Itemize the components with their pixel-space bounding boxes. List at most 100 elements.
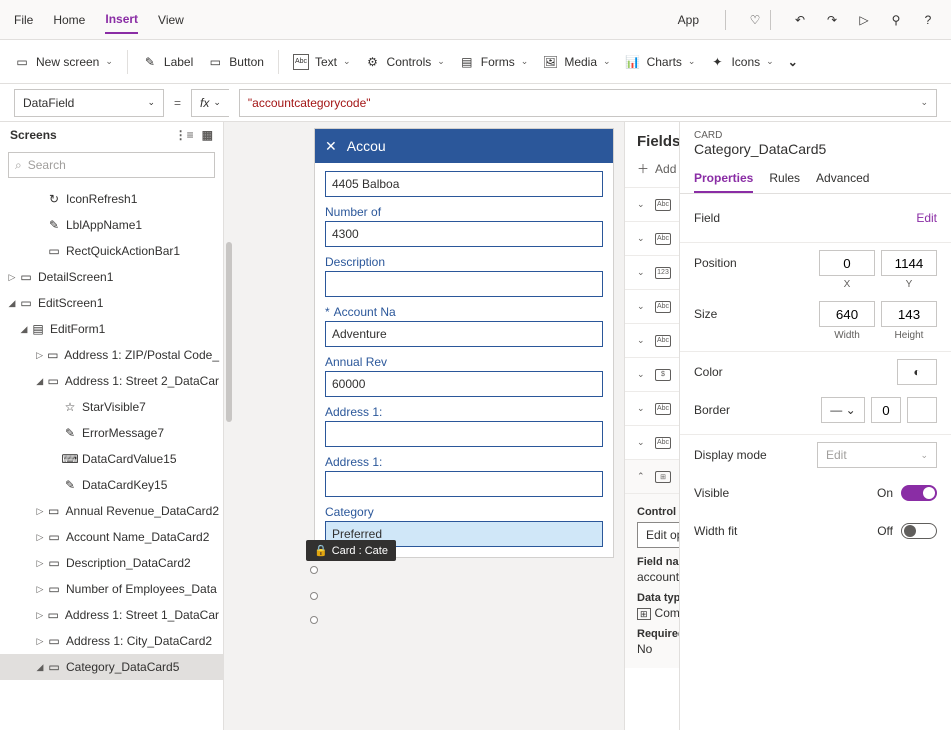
tab-advanced[interactable]: Advanced: [816, 165, 869, 193]
charts-button[interactable]: 📊Charts⌄: [625, 54, 696, 70]
tab-properties[interactable]: Properties: [694, 165, 753, 193]
height-input[interactable]: [881, 301, 937, 327]
visible-toggle[interactable]: [901, 485, 937, 501]
tree-node[interactable]: ▷▭DetailScreen1: [0, 264, 223, 290]
field-item[interactable]: ⌄$Annual Revenue: [625, 357, 679, 391]
tree-node[interactable]: ▷▭Annual Revenue_DataCard2: [0, 498, 223, 524]
share-icon[interactable]: ⚲: [887, 13, 905, 27]
tree-node[interactable]: ▷▭Account Name_DataCard2: [0, 524, 223, 550]
tree-node[interactable]: ✎ErrorMessage7: [0, 420, 223, 446]
tree-node[interactable]: ✎DataCardKey15: [0, 472, 223, 498]
forms-button[interactable]: ▤Forms⌄: [459, 54, 529, 70]
field-item[interactable]: ⌄AbcAddress 1: City: [625, 187, 679, 221]
tree-node[interactable]: ◢▭Address 1: Street 2_DataCar: [0, 368, 223, 394]
screens-pane: Screens ⋮≡ ▦ ⌕Search ↻IconRefresh1✎LblAppN…: [0, 122, 224, 730]
close-icon[interactable]: ✕: [325, 138, 337, 155]
menu-insert[interactable]: Insert: [105, 6, 138, 34]
tree-node[interactable]: ▷▭Address 1: ZIP/Postal Code_: [0, 342, 223, 368]
field-item[interactable]: ⌄AbcAddress 1: Street 2: [625, 391, 679, 425]
menu-home[interactable]: Home: [53, 7, 85, 33]
menu-view[interactable]: View: [158, 7, 184, 33]
icons-icon: ✦: [709, 54, 725, 70]
tree-node[interactable]: ☆StarVisible7: [0, 394, 223, 420]
border-width-input[interactable]: [871, 397, 901, 423]
screens-title: Screens: [10, 128, 57, 142]
tab-rules[interactable]: Rules: [769, 165, 800, 193]
tree-node[interactable]: ⌨DataCardValue15: [0, 446, 223, 472]
formula-input[interactable]: "accountcategorycode"⌄: [239, 89, 937, 117]
card-tooltip: 🔒Card : Cate: [306, 540, 396, 561]
chevron-down-icon: ⌄: [920, 97, 928, 108]
edit-field-link[interactable]: Edit: [916, 211, 937, 225]
add-field-button[interactable]: ＋Add field: [637, 160, 679, 177]
health-icon[interactable]: ♡: [746, 13, 764, 27]
tree-node[interactable]: ◢▭EditScreen1: [0, 290, 223, 316]
field-label: Description: [325, 255, 603, 269]
tree-node[interactable]: ↻IconRefresh1: [0, 186, 223, 212]
width-fit-toggle[interactable]: [901, 523, 937, 539]
icons-button[interactable]: ✦Icons⌄: [709, 54, 773, 70]
undo-icon[interactable]: ↶: [791, 13, 809, 27]
form-preview: ✕Accou 4405 Balboa Number of4300Descript…: [314, 128, 614, 558]
field-label: Address 1:: [325, 455, 603, 469]
text-button[interactable]: AbcText⌄: [293, 54, 351, 70]
help-icon[interactable]: ?: [919, 13, 937, 27]
field-item[interactable]: ⌄123Number of Employees: [625, 255, 679, 289]
form-input[interactable]: [325, 471, 603, 497]
color-picker[interactable]: ◐: [897, 359, 937, 385]
field-item[interactable]: ⌄AbcAddress 1: ZIP/Postal Code: [625, 425, 679, 459]
redo-icon[interactable]: ↷: [823, 13, 841, 27]
thumbnail-view-icon[interactable]: ▦: [202, 128, 213, 142]
tree-node[interactable]: ▷▭Address 1: City_DataCard2: [0, 628, 223, 654]
tree-node[interactable]: ▷▭Number of Employees_Data: [0, 576, 223, 602]
size-label: Size: [694, 307, 819, 321]
form-input[interactable]: 60000: [325, 371, 603, 397]
chevron-down-icon: ⌄: [105, 56, 113, 67]
display-mode-select[interactable]: Edit⌄: [817, 442, 937, 468]
tree-view: ↻IconRefresh1✎LblAppName1▭RectQuickActio…: [0, 182, 223, 730]
tree-node[interactable]: ▷▭Description_DataCard2: [0, 550, 223, 576]
field-item[interactable]: ⌄AbcDescription: [625, 289, 679, 323]
property-select[interactable]: DataField⌄: [14, 89, 164, 117]
menu-file[interactable]: File: [14, 7, 33, 33]
fx-button[interactable]: fx⌄: [191, 89, 229, 117]
button-button[interactable]: ▭Button: [207, 54, 264, 70]
label-icon: ✎: [142, 54, 158, 70]
tree-node[interactable]: ✎LblAppName1: [0, 212, 223, 238]
new-screen-button[interactable]: ▭New screen⌄: [14, 54, 113, 70]
tree-collapse-icon[interactable]: ⋮≡: [175, 128, 194, 142]
field-label: Category: [325, 505, 603, 519]
controls-button[interactable]: ⚙Controls⌄: [365, 54, 445, 70]
tree-node[interactable]: ◢▤EditForm1: [0, 316, 223, 342]
form-input[interactable]: 4300: [325, 221, 603, 247]
position-y-input[interactable]: [881, 250, 937, 276]
menu-app[interactable]: App: [678, 7, 699, 33]
play-icon[interactable]: ▷: [855, 13, 873, 27]
form-input[interactable]: 4405 Balboa: [325, 171, 603, 197]
form-input[interactable]: [325, 421, 603, 447]
border-color-picker[interactable]: [907, 397, 937, 423]
label-button[interactable]: ✎Label: [142, 54, 193, 70]
field-item[interactable]: ⌄AbcAddress 1: Street 1: [625, 221, 679, 255]
media-button[interactable]: 🖼Media⌄: [542, 54, 610, 70]
tree-node[interactable]: ▭RectQuickActionBar1: [0, 238, 223, 264]
form-header: ✕Accou: [315, 129, 613, 163]
lock-icon: 🔒: [314, 544, 328, 557]
width-input[interactable]: [819, 301, 875, 327]
tree-node[interactable]: ◢▭Category_DataCard5: [0, 654, 223, 680]
canvas-scrollbar[interactable]: [224, 122, 234, 730]
field-item[interactable]: ⌄AbcAccount Name: [625, 323, 679, 357]
text-icon: Abc: [293, 54, 309, 70]
form-input[interactable]: [325, 271, 603, 297]
tree-node[interactable]: ▷▭Address 1: Street 1_DataCar: [0, 602, 223, 628]
control-type-select[interactable]: Edit option set single-select⌄: [637, 522, 679, 548]
field-label: Field: [694, 211, 916, 225]
plus-icon: ＋: [637, 160, 649, 177]
chevron-down-icon: ⌄: [147, 97, 155, 108]
form-input[interactable]: Adventure: [325, 321, 603, 347]
border-style-select[interactable]: — ⌄: [821, 397, 865, 423]
search-input[interactable]: ⌕Search: [8, 152, 215, 178]
overflow-button[interactable]: ⌄: [788, 55, 798, 69]
field-item[interactable]: ⌃⊞Category⋯: [625, 459, 679, 493]
position-x-input[interactable]: [819, 250, 875, 276]
